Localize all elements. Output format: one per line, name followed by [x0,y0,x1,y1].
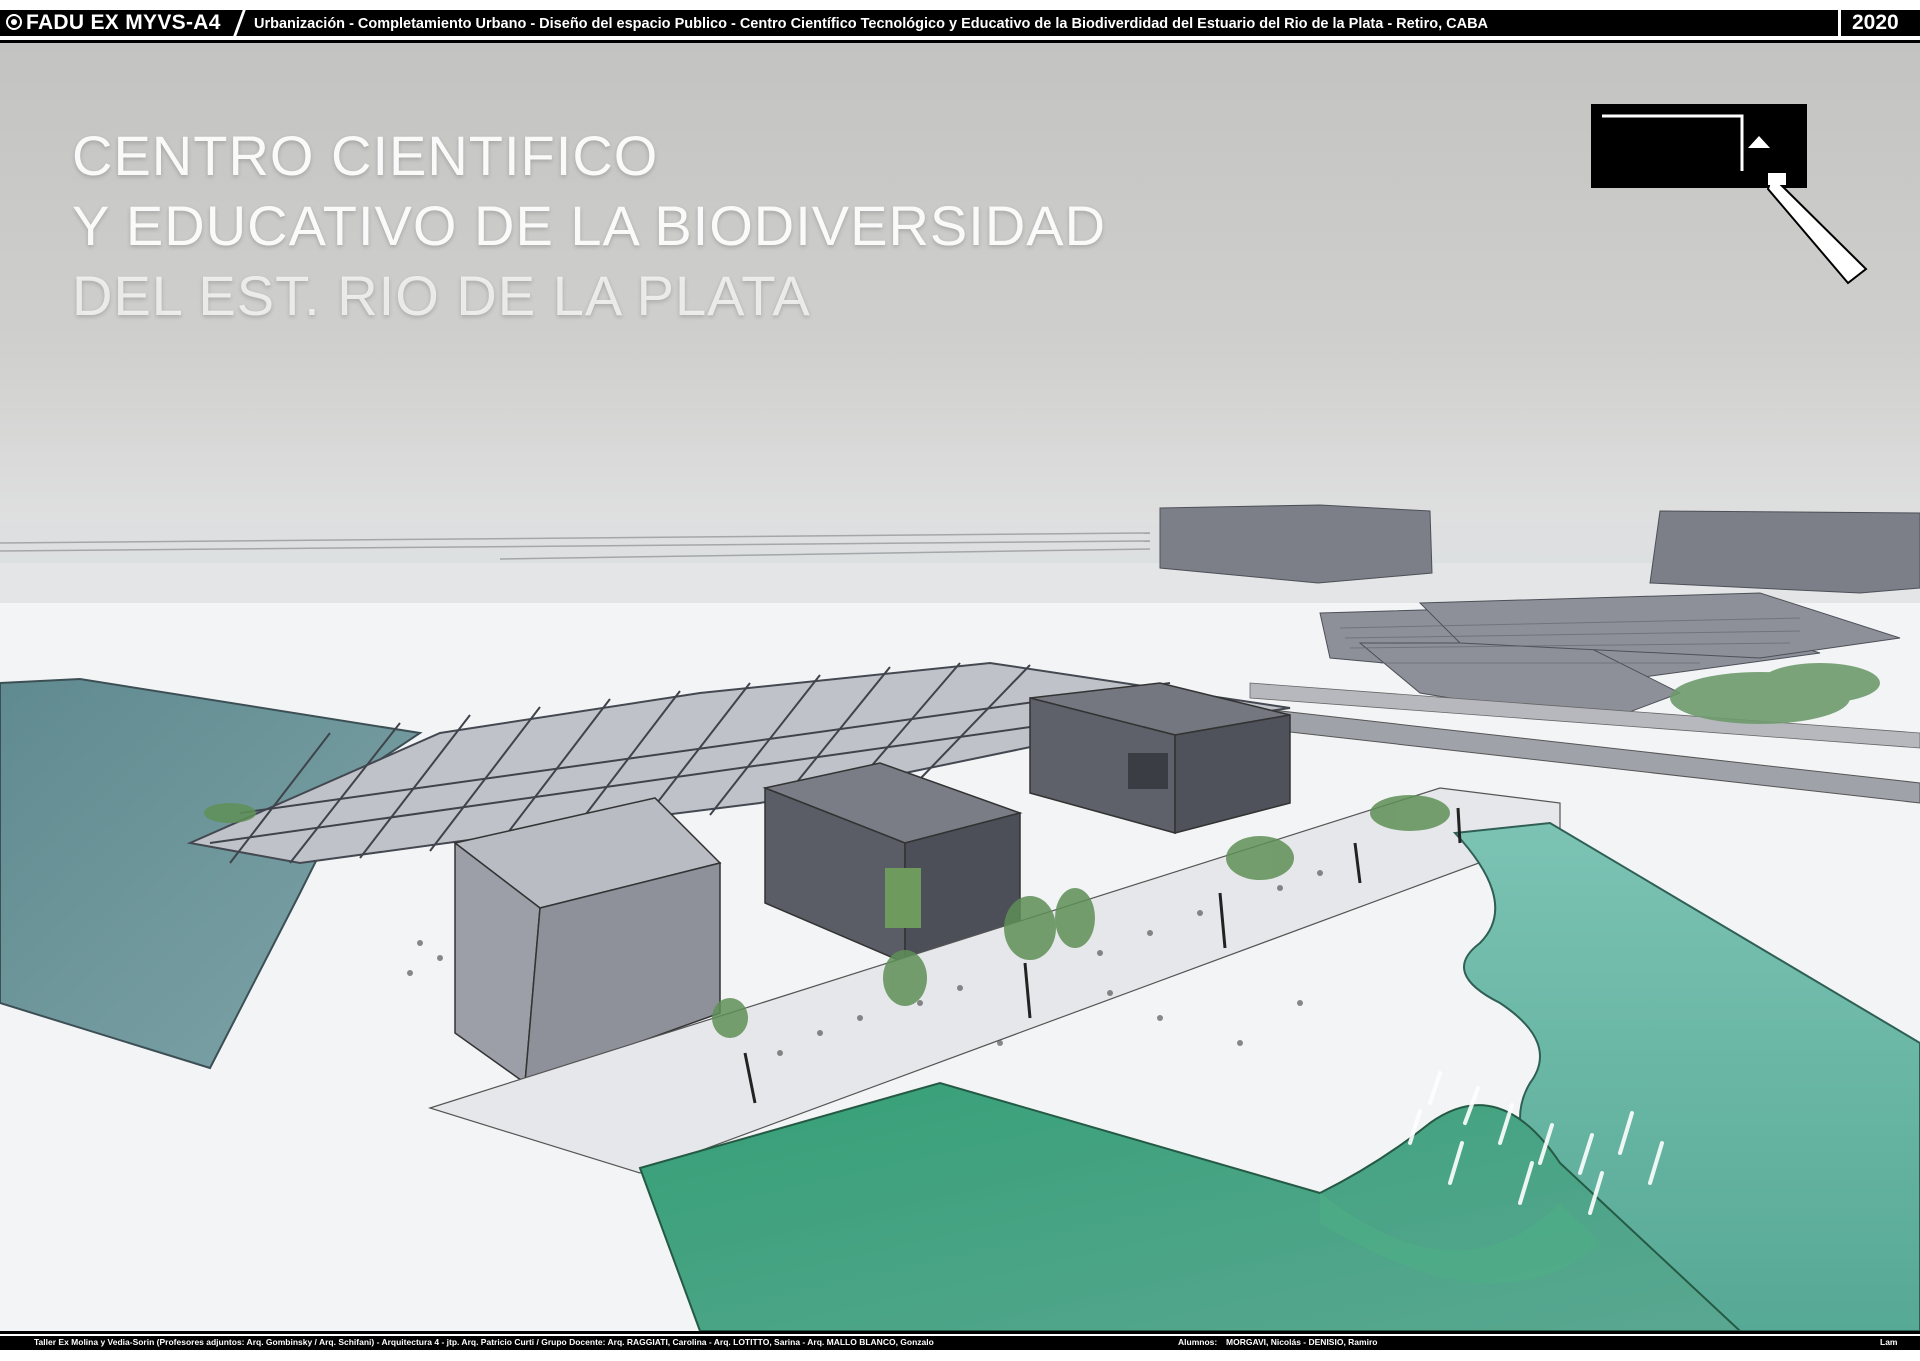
course-code: FADU EX MYVS-A4 [26,11,221,34]
building-central-green-window [885,868,921,928]
title-line-3: DEL EST. RIO DE LA PLATA [72,264,811,327]
university-seal-icon [6,14,22,30]
footer-sheet-label: Lam [1880,1337,1898,1347]
year-label: 2020 [1852,11,1899,34]
title-line-1: CENTRO CIENTIFICO [72,124,659,187]
footer-credits: Taller Ex Molina y Vedia-Sorin (Profesor… [34,1337,934,1347]
project-subject: Urbanización - Completamiento Urbano - D… [254,16,1489,32]
footer-students: MORGAVI, Nicolás - DENISIO, Ramiro [1226,1337,1378,1347]
footer-students-label: Alumnos: [1178,1337,1218,1347]
footer-bar: Taller Ex Molina y Vedia-Sorin (Profesor… [0,1331,1920,1361]
aerial-render: CENTRO CIENTIFICO Y EDUCATIVO DE LA BIOD… [0,43,1920,1331]
building-east-window [1128,753,1168,789]
header-bar: FADU EX MYVS-A4 Urbanización - Completam… [0,0,1920,43]
title-line-2: Y EDUCATIVO DE LA BIODIVERSIDAD [72,194,1107,257]
